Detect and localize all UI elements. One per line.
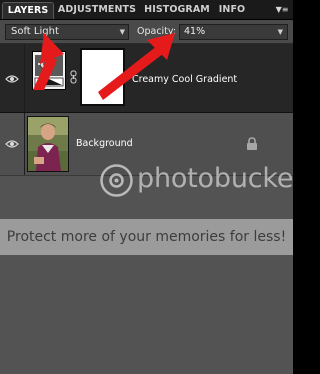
panel-tab-bar: LAYERS ADJUSTMENTS HISTOGRAM INFO ▼≡ xyxy=(0,0,293,20)
layer-name: Creamy Cool Gradient xyxy=(132,74,238,85)
dropdown-arrow-icon: ▼ xyxy=(119,28,125,36)
layer-mask-thumbnail[interactable] xyxy=(80,48,125,106)
photobucket-logo-icon xyxy=(100,164,133,197)
layers-panel: LAYERS ADJUSTMENTS HISTOGRAM INFO ▼≡ Sof… xyxy=(0,0,293,374)
photo-image xyxy=(28,117,68,171)
adjustment-layer-thumbnail[interactable] xyxy=(32,51,66,90)
tab-adjustments[interactable]: ADJUSTMENTS xyxy=(56,2,138,19)
blend-mode-select[interactable]: Soft Light ▼ xyxy=(5,24,129,40)
dropdown-arrow-icon[interactable]: ▼ xyxy=(278,25,283,39)
tab-layers[interactable]: LAYERS xyxy=(2,2,54,19)
eye-icon xyxy=(5,75,19,83)
blend-mode-value: Soft Light xyxy=(11,26,59,37)
eye-icon xyxy=(5,140,19,148)
opacity-label: Opacity: xyxy=(137,26,177,37)
layer-options-row: Soft Light ▼ Opacity: 41% ▼ xyxy=(0,20,293,44)
panel-menu-icon[interactable]: ▼≡ xyxy=(275,3,289,16)
visibility-toggle[interactable] xyxy=(0,113,25,175)
tab-info[interactable]: INFO xyxy=(216,2,248,19)
visibility-toggle[interactable] xyxy=(0,44,25,112)
layer-row[interactable]: Creamy Cool Gradient xyxy=(0,44,293,113)
lock-icon xyxy=(247,137,257,150)
gradient-map-icon xyxy=(34,55,64,87)
opacity-field[interactable]: 41% ▼ xyxy=(179,24,288,40)
tab-histogram[interactable]: HISTOGRAM xyxy=(140,2,214,19)
layer-name: Background xyxy=(76,138,133,149)
watermark-band-text: Protect more of your memories for less! xyxy=(6,229,287,245)
watermark-band: Protect more of your memories for less! xyxy=(0,219,293,255)
opacity-value: 41% xyxy=(184,26,206,37)
watermark-brand: photobucket xyxy=(137,163,293,194)
background-photo-thumbnail[interactable] xyxy=(27,116,69,172)
link-icon[interactable] xyxy=(70,70,77,84)
